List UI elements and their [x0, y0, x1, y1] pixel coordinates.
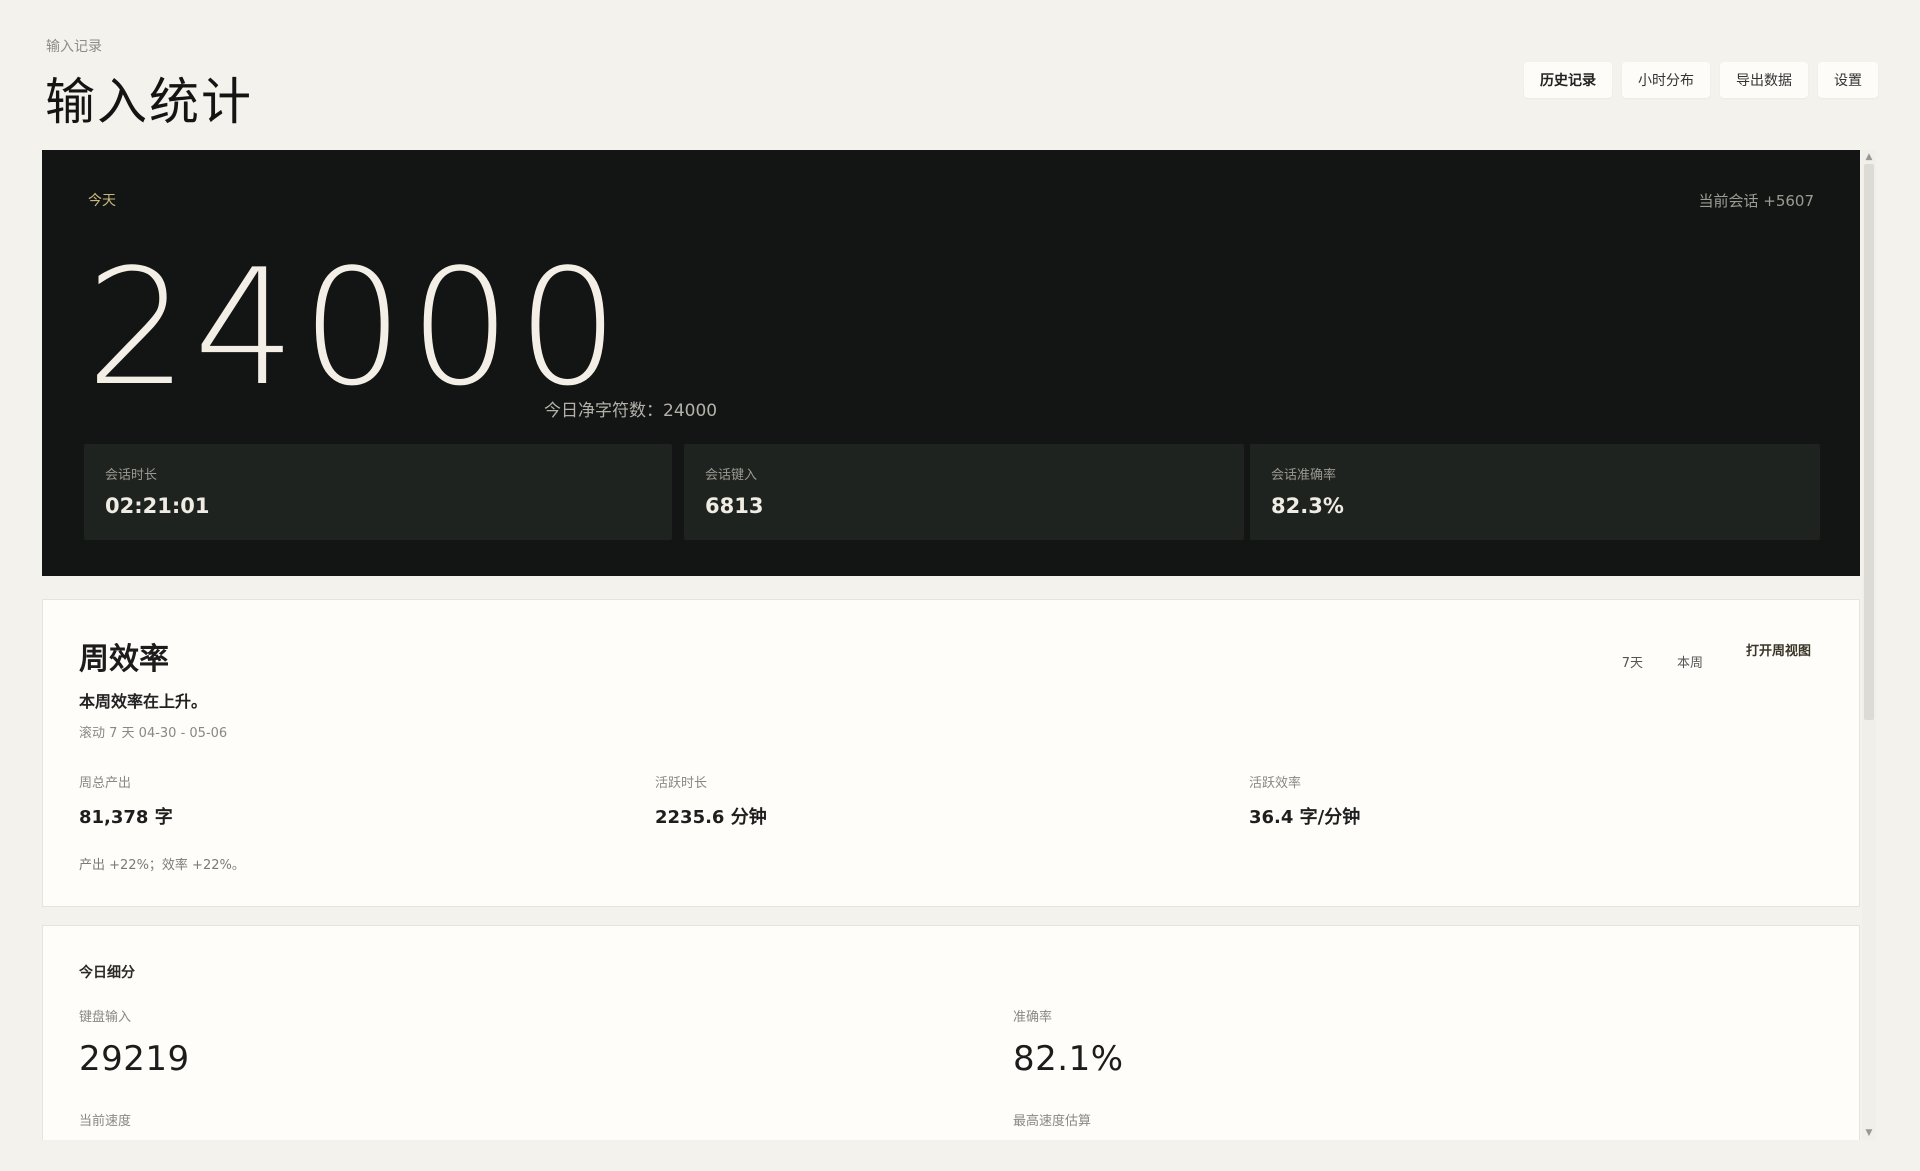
weekly-change-summary: 产出 +22%；效率 +22%。	[79, 858, 245, 873]
breadcrumb[interactable]: 输入记录	[46, 36, 102, 56]
range-this-week-button[interactable]: 本周	[1677, 652, 1703, 671]
export-data-button[interactable]: 导出数据	[1720, 62, 1808, 98]
session-stats: 会话时长 02:21:01 会话键入 6813 会话准确率 82.3%	[84, 444, 1820, 540]
settings-button[interactable]: 设置	[1818, 62, 1878, 98]
scrollbar-thumb[interactable]	[1864, 164, 1874, 720]
weekly-efficiency-card: 周效率 本周效率在上升。 滚动 7 天 04-30 - 05-06 7天 本周 …	[42, 599, 1860, 907]
current-session-gain: 当前会话 +5607	[1698, 192, 1814, 210]
keyboard-input-stat: 键盘输入 29219	[79, 1006, 190, 1079]
today-label: 今天	[88, 193, 116, 209]
session-duration-box: 会话时长 02:21:01	[84, 444, 672, 540]
today-card: 今天 当前会话 +5607 24000 今日净字符数：24000 会话时长 02…	[42, 150, 1860, 576]
header-toolbar: 历史记录 小时分布 导出数据 设置	[1524, 62, 1878, 98]
weekly-date-range: 滚动 7 天 04-30 - 05-06	[79, 726, 228, 741]
weekly-active-time-value: 2235.6 分钟	[655, 807, 767, 828]
scroll-down-icon[interactable]: ▼	[1862, 1126, 1876, 1140]
weekly-total-output-label: 周总产出	[79, 776, 132, 791]
range-7-days-button[interactable]: 7天	[1622, 652, 1643, 671]
session-accuracy-label: 会话准确率	[1271, 468, 1337, 483]
scroll-up-icon[interactable]: ▲	[1862, 150, 1876, 164]
current-speed-label: 当前速度	[79, 1114, 132, 1129]
weekly-active-efficiency-value: 36.4 字/分钟	[1249, 807, 1361, 828]
weekly-active-efficiency-label: 活跃效率	[1249, 776, 1302, 791]
session-accuracy-box: 会话准确率 82.3%	[1250, 444, 1820, 540]
week-range-toggle: 7天 本周	[1622, 652, 1703, 671]
open-week-view-button[interactable]: 打开周视图	[1746, 640, 1811, 659]
weekly-active-time-label: 活跃时长	[655, 776, 708, 791]
vertical-scrollbar[interactable]: ▲ ▼	[1862, 150, 1876, 1140]
net-char-count: 今日净字符数：24000	[544, 401, 718, 421]
session-keystrokes-box: 会话键入 6813	[684, 444, 1244, 540]
weekly-active-time: 活跃时长 2235.6 分钟	[655, 772, 767, 829]
weekly-trend-text: 本周效率在上升。	[79, 692, 208, 711]
app-window: 输入记录 输入统计 历史记录 小时分布 导出数据 设置 今天 当前会话 +560…	[0, 0, 1920, 1171]
session-accuracy-value: 82.3%	[1271, 494, 1344, 518]
accuracy-label: 准确率	[1013, 1010, 1053, 1025]
hourly-distribution-button[interactable]: 小时分布	[1622, 62, 1710, 98]
history-button[interactable]: 历史记录	[1524, 62, 1612, 98]
keyboard-input-value: 29219	[79, 1039, 190, 1079]
today-char-count: 24000	[86, 234, 625, 421]
session-keystrokes-label: 会话键入	[705, 468, 758, 483]
page-title: 输入统计	[45, 73, 253, 131]
accuracy-value: 82.1%	[1013, 1039, 1124, 1079]
weekly-efficiency-title: 周效率	[79, 642, 169, 677]
weekly-active-efficiency: 活跃效率 36.4 字/分钟	[1249, 772, 1360, 829]
current-speed-stat: 当前速度	[79, 1110, 131, 1140]
keyboard-input-label: 键盘输入	[79, 1010, 132, 1025]
peak-speed-label: 最高速度估算	[1013, 1114, 1092, 1129]
weekly-total-output: 周总产出 81,378 字	[79, 772, 173, 829]
accuracy-stat: 准确率 82.1%	[1013, 1006, 1124, 1079]
content-scroll-area[interactable]: 今天 当前会话 +5607 24000 今日净字符数：24000 会话时长 02…	[42, 150, 1878, 1140]
today-breakdown-card: 今日细分 键盘输入 29219 准确率 82.1% 当前速度 最高速度估算	[42, 925, 1860, 1140]
weekly-total-output-value: 81,378 字	[79, 807, 173, 828]
session-duration-value: 02:21:01	[105, 494, 210, 518]
session-keystrokes-value: 6813	[705, 494, 764, 518]
session-duration-label: 会话时长	[105, 468, 158, 483]
peak-speed-stat: 最高速度估算	[1013, 1110, 1091, 1140]
today-breakdown-title: 今日细分	[79, 965, 135, 981]
